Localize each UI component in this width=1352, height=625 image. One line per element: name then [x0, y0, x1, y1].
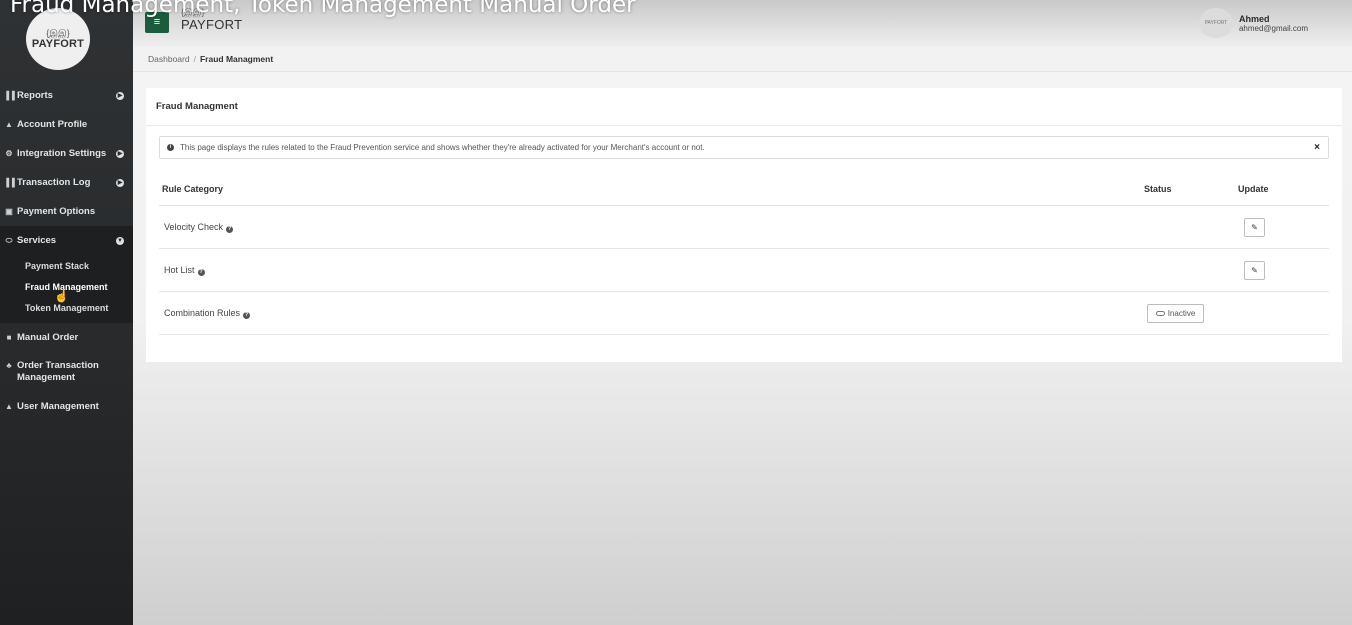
user-menu[interactable]: PAYFORT Ahmed ahmed@gmail.com [1198, 8, 1308, 38]
bar-chart-icon: ▐▐ [3, 178, 15, 187]
info-icon: i [167, 144, 174, 151]
cogs-icon: ⚙ [5, 149, 13, 158]
help-icon[interactable]: ? [243, 311, 251, 319]
breadcrumb: Dashboard / Fraud Managment [133, 47, 1352, 72]
status-label: Inactive [1167, 308, 1196, 318]
edit-rule-button[interactable]: ✎ [1244, 260, 1265, 280]
sidebar-item-payment-options[interactable]: ▣ Payment Options [0, 197, 133, 226]
fraud-management-panel: Fraud Managment i This page displays the… [146, 88, 1342, 362]
sidebar-item-user-management[interactable]: ▲ User Management [0, 392, 133, 421]
user-name: Ahmed [1238, 13, 1270, 24]
sidebar-item-label: Manual Order [17, 332, 79, 343]
sidebar-item-label: Transaction Log [17, 177, 91, 188]
header-rule-category: Rule Category [162, 183, 224, 194]
sidebar-item-reports[interactable]: ▐▐ Reports ▶ [0, 81, 133, 110]
breadcrumb-current: Fraud Managment [199, 54, 274, 64]
sidebar-item-manual-order[interactable]: ■ Manual Order [0, 323, 133, 352]
header-status: Status [1144, 183, 1172, 194]
sidebar-nav: ▐▐ Reports ▶ ▲ Account Profile ⚙ Integra… [0, 81, 133, 421]
rule-name: Velocity Check [164, 221, 224, 232]
table-header: Rule Category Status Update [159, 172, 1329, 206]
sidebar: {இஇ} PAYFORT ▐▐ Reports ▶ ▲ Account Prof… [0, 0, 133, 625]
help-icon[interactable]: ? [197, 268, 205, 276]
logo-word: PAYFORT [31, 37, 85, 50]
header-update: Update [1238, 183, 1269, 194]
info-alert: i This page displays the rules related t… [159, 136, 1329, 159]
sidebar-item-label: User Management [17, 401, 99, 412]
chevron-right-icon: ▶ [116, 91, 124, 100]
table-row: Combination Rules? Inactive [159, 292, 1329, 335]
sidebar-item-transaction-log[interactable]: ▐▐ Transaction Log ▶ [0, 168, 133, 197]
logo-glyph: {இஇ} [46, 27, 70, 38]
sidebar-item-order-transaction-management[interactable]: ♣ Order Transaction Management [0, 352, 133, 392]
close-icon[interactable]: × [1314, 142, 1320, 153]
logo-word: PAYFORT [181, 17, 243, 32]
services-group: ⬭ Services ▼ Payment Stack Fraud Managem… [0, 226, 133, 323]
chevron-right-icon: ▶ [116, 178, 124, 187]
breadcrumb-separator: / [193, 54, 196, 64]
toggle-icon: ⬭ [5, 235, 13, 245]
table-row: Velocity Check? ✎ [159, 206, 1329, 249]
people-icon: ♣ [6, 361, 12, 370]
sidebar-item-account-profile[interactable]: ▲ Account Profile [0, 110, 133, 139]
chevron-right-icon: ▶ [116, 149, 124, 158]
user-icon: ▲ [5, 120, 13, 129]
toggle-off-icon [1155, 310, 1165, 316]
sidebar-item-label: Integration Settings [17, 148, 107, 159]
sidebar-subitem-payment-stack[interactable]: Payment Stack [0, 255, 133, 276]
pencil-icon: ✎ [1251, 222, 1258, 232]
rule-category-cell: Hot List? [164, 265, 205, 276]
sidebar-item-label: Payment Options [17, 206, 96, 217]
sidebar-item-label: Account Profile [17, 119, 88, 130]
alert-text: This page displays the rules related to … [180, 143, 705, 152]
breadcrumb-home[interactable]: Dashboard [148, 54, 190, 64]
rule-category-cell: Combination Rules? [164, 307, 251, 319]
sidebar-item-services[interactable]: ⬭ Services ▼ [0, 226, 133, 255]
rule-name: Combination Rules [164, 307, 241, 318]
rule-category-cell: Velocity Check? [164, 221, 234, 233]
table-row: Hot List? ✎ [159, 249, 1329, 292]
rule-name: Hot List [164, 264, 195, 275]
bar-chart-icon: ▐▐ [3, 91, 15, 100]
sidebar-item-label: Services [17, 235, 57, 246]
money-icon: ▣ [5, 207, 13, 216]
sidebar-item-label: Reports [17, 90, 53, 101]
status-toggle-button[interactable]: Inactive [1147, 303, 1204, 323]
hand-cursor-icon: ☝ [54, 289, 69, 303]
avatar: PAYFORT [1198, 8, 1233, 38]
sidebar-item-integration-settings[interactable]: ⚙ Integration Settings ▶ [0, 139, 133, 168]
help-icon[interactable]: ? [226, 225, 234, 233]
video-title-overlay: Fraud Management, Token Management Manua… [10, 0, 636, 18]
pencil-icon: ✎ [1251, 265, 1258, 275]
edit-icon: ■ [6, 333, 12, 342]
panel-title: Fraud Managment [146, 88, 1342, 126]
edit-rule-button[interactable]: ✎ [1244, 217, 1265, 237]
rules-table: Rule Category Status Update Velocity Che… [159, 172, 1329, 335]
user-email: ahmed@gmail.com [1238, 23, 1308, 33]
sidebar-item-label: Order Transaction Management [17, 360, 99, 383]
lock-icon: ▲ [5, 402, 13, 411]
chevron-down-icon: ▼ [116, 236, 124, 245]
